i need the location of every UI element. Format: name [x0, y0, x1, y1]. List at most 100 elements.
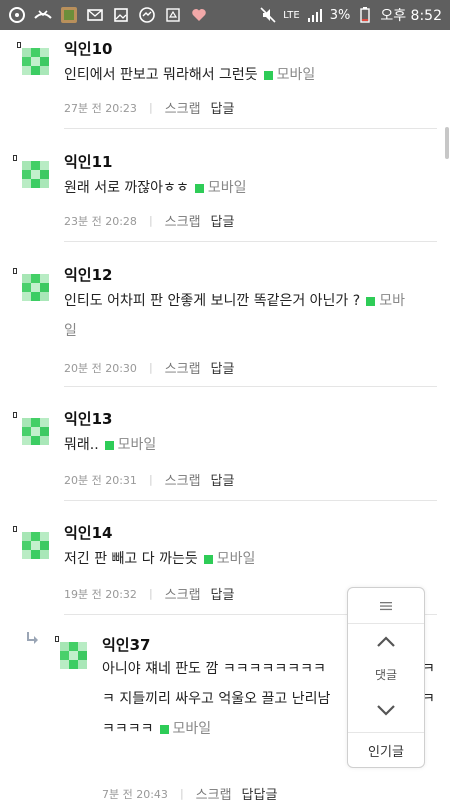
comment-meta: 23분 전 20:28 | 스크랩 답글 [64, 211, 234, 230]
scrap-button[interactable]: 스크랩 [165, 358, 201, 377]
scrap-button[interactable]: 스크랩 [165, 470, 201, 489]
comment-nickname[interactable]: 익인11 [64, 151, 112, 172]
mobile-label: 모바일 [117, 437, 157, 453]
comment-text: 뭐래.. 모바일 [64, 430, 434, 460]
comment-content: 인티에서 판보고 뭐라해서 그런듯 [64, 67, 258, 83]
mobile-label: 모바일 [276, 67, 316, 83]
meta-separator: | [148, 101, 153, 114]
mobile-label: 모바일 [216, 551, 256, 567]
comment-time: 19분 전 20:32 [64, 587, 137, 601]
small-square-icon [13, 268, 17, 274]
chevron-down-icon [377, 705, 395, 716]
heart-icon [190, 6, 208, 24]
mobile-label-wrap: 일 [64, 323, 77, 339]
reply-button[interactable]: 답글 [211, 98, 235, 117]
comment-meta: 19분 전 20:32 | 스크랩 답글 [64, 584, 234, 603]
meta-separator: | [148, 214, 153, 227]
mobile-label: 모바 [379, 293, 405, 309]
comment-text: 원래 서로 까잖아ㅎㅎ 모바일 [64, 173, 434, 203]
comment-time: 20분 전 20:30 [64, 361, 137, 375]
avatar [22, 48, 49, 75]
avatar [22, 532, 49, 559]
mobile-label: 모바일 [172, 721, 212, 737]
battery-percent: 3% [329, 7, 351, 23]
scroll-up-button[interactable] [348, 628, 424, 656]
subreply-meta: 7분 전 20:43 | 스크랩 답답글 [102, 784, 277, 800]
subreply-nickname[interactable]: 익인37 [102, 634, 150, 655]
status-bar: LTE 3% 오후 8:52 [0, 0, 450, 30]
scrap-button[interactable]: 스크랩 [196, 784, 232, 800]
mobile-badge-icon [159, 724, 169, 734]
missed-call-icon [34, 6, 52, 24]
scrollbar[interactable] [445, 127, 449, 159]
comment-nav-label[interactable]: 댓글 [348, 666, 424, 683]
avatar [22, 161, 49, 188]
reply-button[interactable]: 답답글 [242, 784, 278, 800]
mute-icon [259, 6, 277, 24]
battery-icon [356, 6, 374, 24]
menu-icon [380, 601, 392, 610]
divider [64, 386, 437, 387]
mobile-badge-icon [104, 440, 114, 450]
scrap-button[interactable]: 스크랩 [165, 211, 201, 230]
meta-separator: | [148, 361, 153, 374]
comment-content: 뭐래.. [64, 437, 99, 453]
subreply-content: 아니야 쟤네 판도 깜 ㅋㅋㅋㅋㅋㅋㅋㅋ [102, 661, 326, 677]
reply-button[interactable]: 답글 [211, 358, 235, 377]
reply-arrow-icon [26, 630, 40, 649]
small-square-icon [13, 412, 17, 418]
mail-icon [86, 6, 104, 24]
comment-nickname[interactable]: 익인13 [64, 408, 112, 429]
mobile-label: 모바일 [207, 180, 247, 196]
comment-content: 인티도 어차피 판 안좋게 보니깐 똑같은거 아닌가 ? [64, 293, 361, 309]
scrap-button[interactable]: 스크랩 [165, 98, 201, 117]
clock: 오후 8:52 [380, 8, 442, 24]
messenger-icon [138, 6, 156, 24]
reply-button[interactable]: 답글 [211, 211, 235, 230]
meta-separator: | [148, 473, 153, 486]
recycle-icon [164, 6, 182, 24]
chevron-up-icon [377, 636, 395, 647]
u-plus-icon [8, 6, 26, 24]
mobile-badge-icon [203, 554, 213, 564]
subreply-content: ㅋ 지들끼리 싸우고 억울오 끌고 난리남 [102, 691, 331, 707]
reply-button[interactable]: 답글 [211, 470, 235, 489]
comment-time: 23분 전 20:28 [64, 214, 137, 228]
small-square-icon [17, 42, 21, 48]
comment-text-wrap: 일 [64, 316, 77, 346]
small-square-icon [55, 636, 59, 642]
comment-content: 원래 서로 까잖아ㅎㅎ [64, 180, 189, 196]
comment-time: 20분 전 20:31 [64, 473, 137, 487]
divider [64, 128, 437, 129]
reply-button[interactable]: 답글 [211, 584, 235, 603]
divider [64, 241, 437, 242]
comment-text: 인티도 어차피 판 안좋게 보니깐 똑같은거 아닌가 ? 모바 [64, 286, 444, 316]
avatar [22, 274, 49, 301]
comment-text: 인티에서 판보고 뭐라해서 그런듯 모바일 [64, 60, 434, 90]
avatar [60, 642, 87, 669]
comment-nickname[interactable]: 익인12 [64, 264, 112, 285]
signal-icon [306, 6, 324, 24]
scrap-button[interactable]: 스크랩 [165, 584, 201, 603]
app-thumbnail-icon [60, 6, 78, 24]
small-square-icon [13, 526, 17, 532]
popular-post-button[interactable]: 인기글 [348, 732, 424, 768]
comment-nickname[interactable]: 익인14 [64, 522, 112, 543]
subreply-time: 7분 전 20:43 [102, 787, 168, 800]
comment-meta: 27분 전 20:23 | 스크랩 답글 [64, 98, 234, 117]
mobile-badge-icon [263, 70, 273, 80]
avatar [22, 418, 49, 445]
menu-button[interactable] [348, 588, 424, 624]
comment-time: 27분 전 20:23 [64, 101, 137, 115]
comment-nickname[interactable]: 익인10 [64, 38, 112, 59]
meta-separator: | [179, 787, 184, 800]
comment-content: 저긴 판 빼고 다 까는듯 [64, 551, 198, 567]
mobile-badge-icon [194, 183, 204, 193]
gallery-icon [112, 6, 130, 24]
small-square-icon [13, 155, 17, 161]
divider [64, 500, 437, 501]
scroll-down-button[interactable] [348, 696, 424, 724]
comment-meta: 20분 전 20:31 | 스크랩 답글 [64, 470, 234, 489]
meta-separator: | [148, 587, 153, 600]
comment-text: 저긴 판 빼고 다 까는듯 모바일 [64, 544, 434, 574]
